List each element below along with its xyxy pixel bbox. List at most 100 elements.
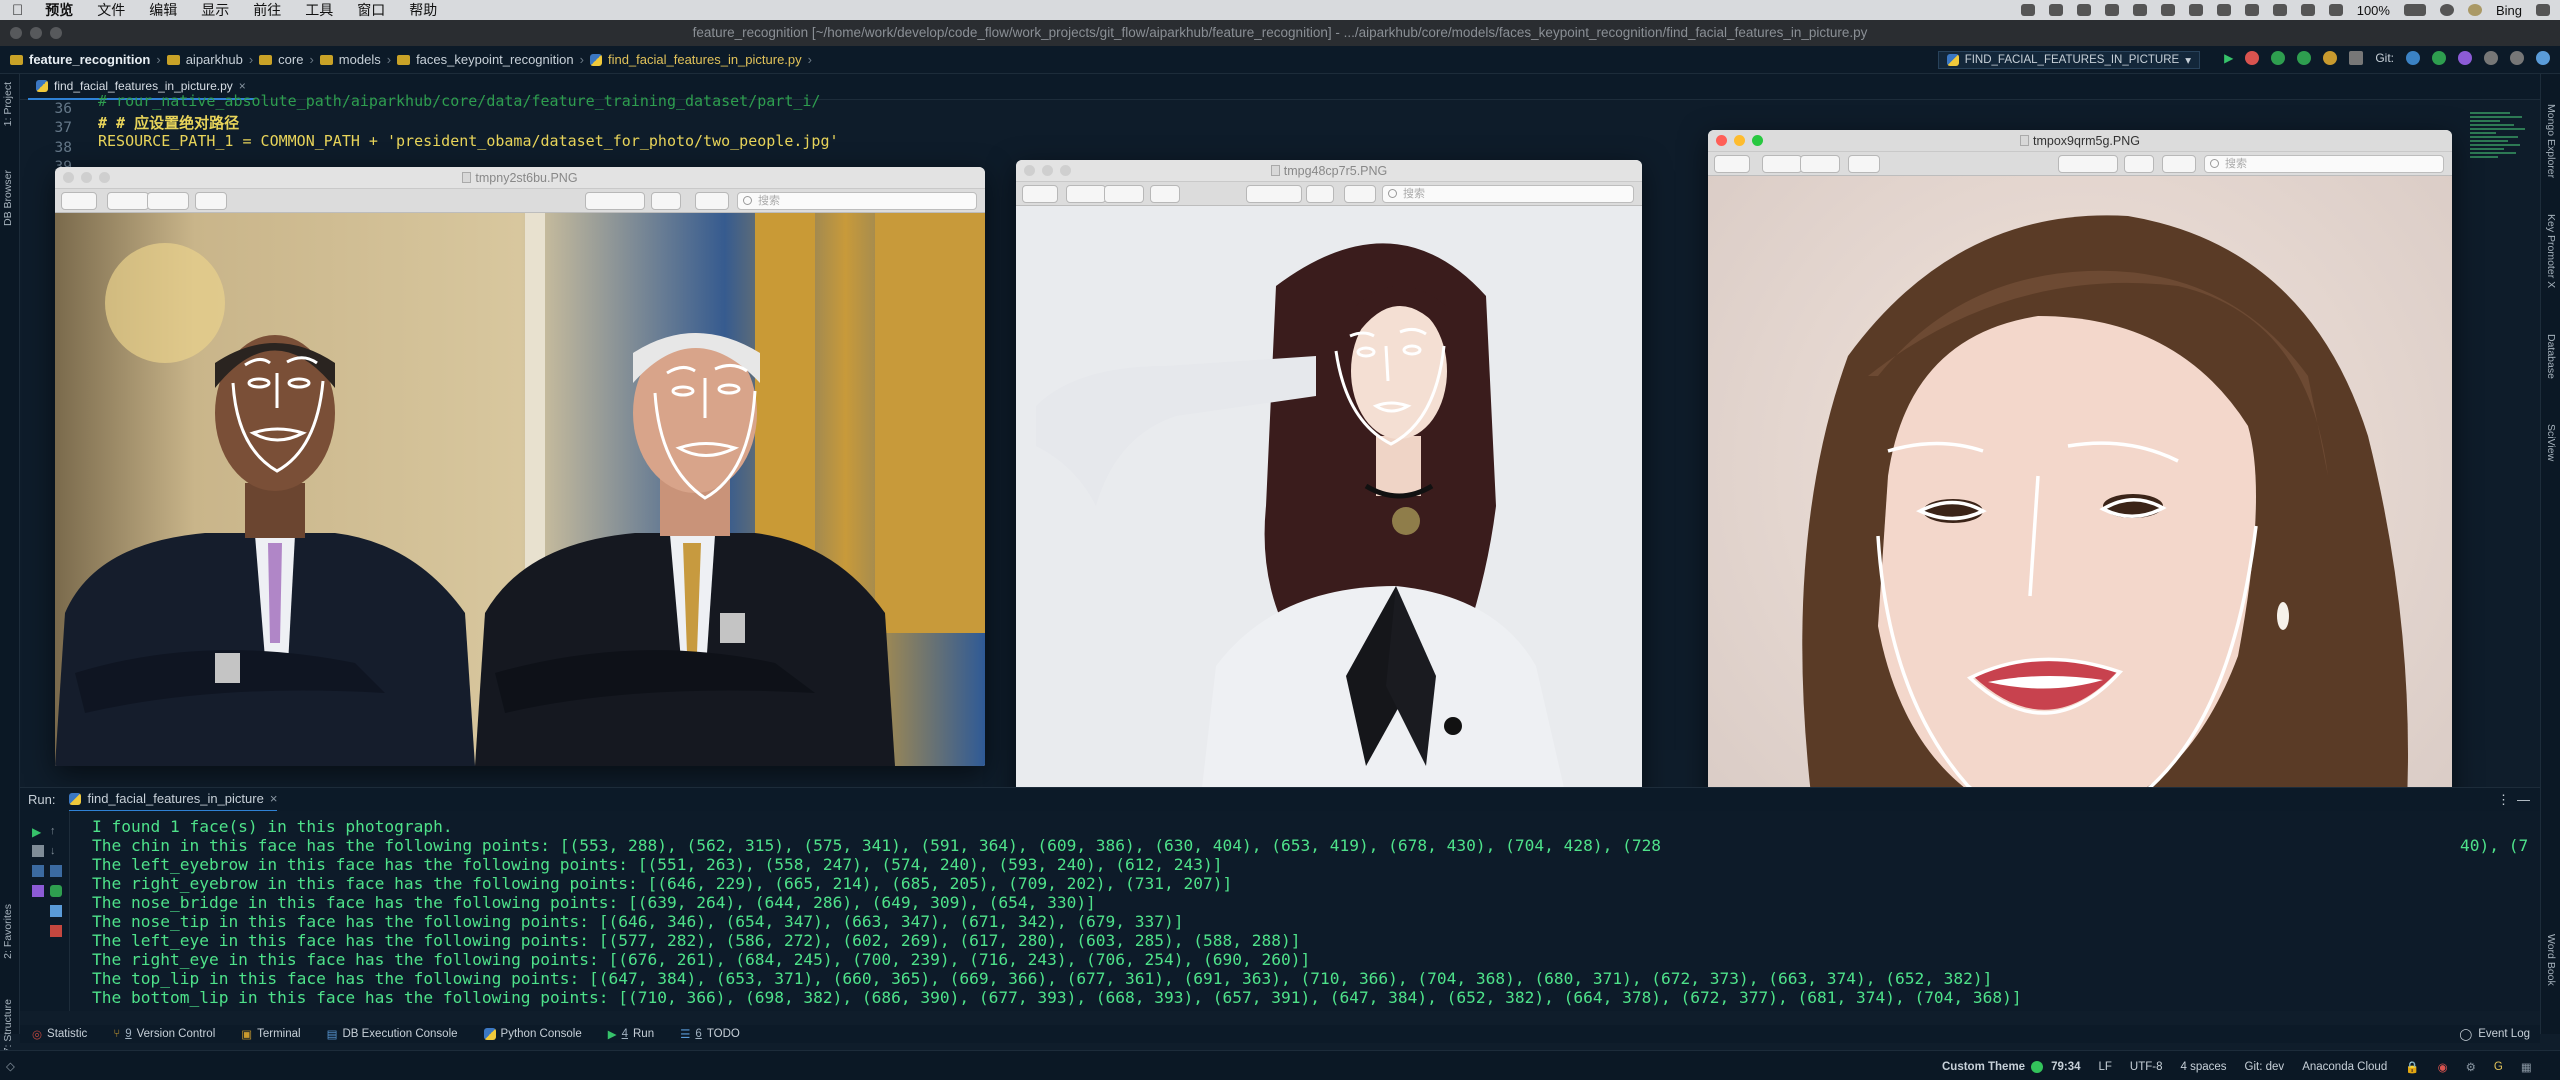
zoom-out-button[interactable]: [1762, 155, 1802, 173]
scroll-to-end-icon[interactable]: [50, 885, 62, 897]
project-tool-tab[interactable]: 1: Project: [2, 82, 14, 126]
bluetooth-icon[interactable]: [2272, 4, 2287, 16]
mongo-explorer-tab[interactable]: Mongo Explorer: [2545, 104, 2557, 178]
menu-help[interactable]: 帮助: [409, 0, 437, 20]
run-tab[interactable]: find_facial_features_in_picture ×: [69, 788, 278, 812]
preview-window[interactable]: tmpny2st6bu.PNG 搜索: [55, 167, 985, 766]
preview-titlebar[interactable]: tmpox9qrm5g.PNG: [1708, 130, 2452, 152]
tool-tab-version-control[interactable]: ⑂ 9 Version Control: [113, 1028, 215, 1040]
search-everywhere-icon[interactable]: [2536, 51, 2550, 65]
db-browser-tool-tab[interactable]: DB Browser: [2, 170, 14, 226]
rotate-button[interactable]: [1306, 185, 1334, 203]
breadcrumb-item[interactable]: feature_recognition: [10, 52, 150, 67]
soft-wrap-icon[interactable]: [50, 865, 62, 877]
share-button[interactable]: [1150, 185, 1180, 203]
tray-icon[interactable]: [2020, 4, 2035, 16]
zoom-button[interactable]: [50, 27, 62, 39]
database-tab[interactable]: Database: [2545, 334, 2557, 379]
tool-tab-todo[interactable]: ☰ 6 TODO: [680, 1027, 740, 1041]
control-center-icon[interactable]: [2536, 4, 2550, 16]
menu-window[interactable]: 窗口: [357, 0, 385, 20]
search-input[interactable]: 搜索: [1382, 185, 1634, 203]
tray-icon[interactable]: [2076, 4, 2091, 16]
file-encoding[interactable]: UTF-8: [2130, 1061, 2163, 1073]
structure-tool-tab[interactable]: 7: Structure: [2, 999, 14, 1053]
sidebar-toggle-button[interactable]: [61, 192, 97, 210]
menu-preview[interactable]: 预览: [45, 0, 73, 20]
tool-tab-statistic[interactable]: ◎ Statistic: [32, 1027, 87, 1041]
event-log-button[interactable]: ◯ Event Log: [2459, 1027, 2530, 1041]
stop-icon[interactable]: [32, 845, 44, 857]
zoom-button[interactable]: [1060, 165, 1071, 176]
breadcrumb-item[interactable]: aiparkhub: [166, 52, 243, 67]
zoom-in-button[interactable]: [1800, 155, 1840, 173]
run-icon[interactable]: ▶: [2224, 51, 2233, 65]
rotate-button[interactable]: [651, 192, 681, 210]
tool-tab-python-console[interactable]: Python Console: [483, 1028, 582, 1040]
preview-titlebar[interactable]: tmpg48cp7r5.PNG: [1016, 160, 1642, 182]
user-name[interactable]: Bing: [2496, 3, 2522, 18]
zoom-out-button[interactable]: [107, 192, 149, 210]
coverage-icon[interactable]: [2271, 51, 2286, 65]
theme-label[interactable]: Custom Theme: [1942, 1061, 2025, 1073]
annotate-button[interactable]: [1344, 185, 1376, 203]
apple-icon[interactable]: : [12, 2, 23, 19]
chrome-icon[interactable]: ◉: [2438, 1060, 2448, 1074]
scroll-up-icon[interactable]: ↑: [50, 825, 62, 837]
more-options-icon[interactable]: ⋮: [2497, 792, 2510, 808]
preview-titlebar[interactable]: tmpny2st6bu.PNG: [55, 167, 985, 189]
concurrency-icon[interactable]: [2323, 51, 2338, 65]
word-book-tab[interactable]: Word Book: [2545, 934, 2557, 986]
favorites-tool-tab[interactable]: 2: Favorites: [2, 904, 14, 959]
trash-icon[interactable]: [50, 925, 62, 937]
annotate-button[interactable]: [695, 192, 729, 210]
breadcrumb-item[interactable]: core: [259, 52, 303, 67]
debug-icon[interactable]: [2245, 51, 2260, 65]
profile-icon[interactable]: [2297, 51, 2312, 65]
anaconda-cloud[interactable]: Anaconda Cloud: [2302, 1061, 2387, 1073]
git-push-icon[interactable]: [2458, 51, 2472, 65]
cursor-position[interactable]: 79:34: [2051, 1061, 2080, 1073]
annotate-button[interactable]: [2162, 155, 2196, 173]
close-button[interactable]: [63, 172, 74, 183]
zoom-button[interactable]: [99, 172, 110, 183]
menu-view[interactable]: 显示: [201, 0, 229, 20]
sidebar-toggle-button[interactable]: [1022, 185, 1058, 203]
line-separator[interactable]: LF: [2099, 1061, 2112, 1073]
scroll-down-icon[interactable]: ↓: [50, 845, 62, 857]
markup-button[interactable]: [2058, 155, 2118, 173]
history-icon[interactable]: [2484, 51, 2498, 65]
sciview-tab[interactable]: SciView: [2545, 424, 2557, 461]
git-commit-icon[interactable]: [2432, 51, 2446, 65]
share-button[interactable]: [195, 192, 227, 210]
sidebar-toggle-button[interactable]: [1714, 155, 1750, 173]
tool-windows-icon[interactable]: ◇: [6, 1059, 15, 1073]
rerun-icon[interactable]: ▶: [32, 825, 44, 839]
run-configuration-select[interactable]: FIND_FACIAL_FEATURES_IN_PICTURE ▾: [1937, 51, 2200, 69]
breadcrumb-item[interactable]: find_facial_features_in_picture.py: [589, 52, 802, 67]
avatar[interactable]: [2467, 4, 2482, 16]
markup-button[interactable]: [585, 192, 645, 210]
menu-edit[interactable]: 编辑: [149, 0, 177, 20]
search-input[interactable]: 搜索: [2204, 155, 2444, 173]
tray-icon[interactable]: [2104, 4, 2119, 16]
tray-icon[interactable]: [2244, 4, 2259, 16]
close-icon[interactable]: ×: [270, 791, 278, 806]
hide-panel-icon[interactable]: —: [2517, 792, 2530, 807]
print-icon[interactable]: [50, 905, 62, 917]
tool-tab-terminal[interactable]: ▣ Terminal: [241, 1027, 300, 1041]
minimize-button[interactable]: [1734, 135, 1745, 146]
lock-icon[interactable]: 🔒: [2405, 1060, 2419, 1074]
layout-icon[interactable]: [32, 865, 44, 877]
zoom-button[interactable]: [1752, 135, 1763, 146]
notification-icon[interactable]: ▦: [2521, 1060, 2532, 1074]
search-icon[interactable]: [2439, 4, 2454, 16]
close-icon[interactable]: ×: [239, 79, 246, 93]
breadcrumb-item[interactable]: faces_keypoint_recognition: [397, 52, 574, 67]
battery-level[interactable]: 100%: [2357, 3, 2390, 18]
zoom-in-button[interactable]: [147, 192, 189, 210]
revert-icon[interactable]: [2510, 51, 2524, 65]
tray-icon[interactable]: [2188, 4, 2203, 16]
search-input[interactable]: 搜索: [737, 192, 977, 210]
tray-icon[interactable]: [2216, 4, 2231, 16]
